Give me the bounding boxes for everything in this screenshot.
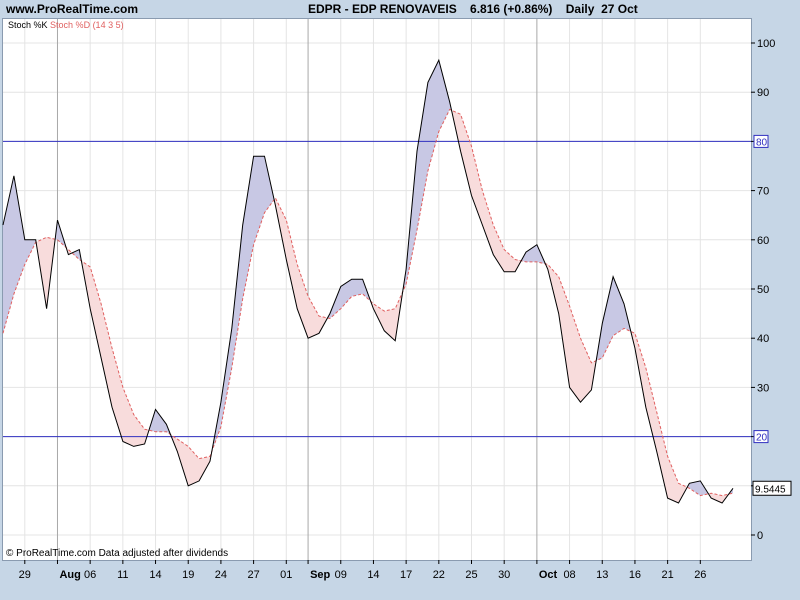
x-tick-label: 30 (498, 569, 510, 581)
x-tick-label: 21 (662, 569, 674, 581)
level-label: 20 (756, 433, 768, 444)
x-month-label: Oct (539, 569, 558, 581)
fill-k-above-d (327, 279, 371, 319)
x-tick-label: 09 (335, 569, 347, 581)
y-tick-label: 100 (757, 38, 775, 50)
fill-d-above-k (170, 434, 212, 486)
fill-k-above-d (3, 175, 36, 334)
legend-d-label: Stoch %D (14 3 5) (50, 20, 124, 30)
x-month-label: Aug (59, 569, 80, 581)
x-tick-label: 13 (596, 569, 608, 581)
stochastic-chart[interactable]: 0 30 40 50 60 70 90 100 80 20 9.5445 29 Aug 06 11 14 19… (0, 0, 800, 600)
y-axis: 0 30 40 50 60 70 90 100 80 20 9.5445 (751, 38, 792, 542)
fill-d-above-k (36, 237, 56, 309)
x-axis: 29 Aug 06 11 14 19 24 27 01 Sep 09 14 17 22 25 30 Oct 08 1… (19, 560, 706, 581)
x-tick-label: 14 (367, 569, 379, 581)
x-tick-label: 29 (19, 569, 31, 581)
footer-note: © ProRealTime.com Data adjusted after di… (6, 548, 229, 559)
y-tick-label: 60 (757, 235, 769, 247)
x-tick-label: 17 (400, 569, 412, 581)
x-tick-label: 01 (280, 569, 292, 581)
x-tick-label: 11 (117, 569, 128, 581)
grid-lines (3, 19, 751, 560)
last-value-label: 9.5445 (755, 484, 786, 495)
y-tick-label: 40 (757, 333, 769, 345)
level-label: 80 (756, 137, 768, 148)
x-tick-label: 24 (215, 569, 227, 581)
y-tick-label: 90 (757, 87, 769, 99)
x-month-label: Sep (310, 569, 330, 581)
x-tick-label: 26 (694, 569, 706, 581)
x-tick-label: 08 (563, 569, 575, 581)
x-tick-label: 16 (629, 569, 641, 581)
legend-k-label: Stoch %K (8, 20, 48, 30)
y-tick-label: 50 (757, 284, 769, 296)
x-tick-label: 25 (465, 569, 477, 581)
x-tick-label: 19 (182, 569, 194, 581)
y-tick-label: 70 (757, 186, 769, 198)
fill-d-above-k (630, 331, 688, 503)
y-tick-label: 30 (757, 382, 769, 394)
y-tick-label: 0 (757, 530, 763, 542)
x-tick-label: 27 (247, 569, 259, 581)
x-tick-label: 22 (433, 569, 445, 581)
x-tick-label: 06 (84, 569, 96, 581)
x-tick-label: 14 (149, 569, 161, 581)
legend: Stoch %K Stoch %D (14 3 5) (8, 20, 124, 30)
fill-d-above-k (545, 263, 597, 403)
